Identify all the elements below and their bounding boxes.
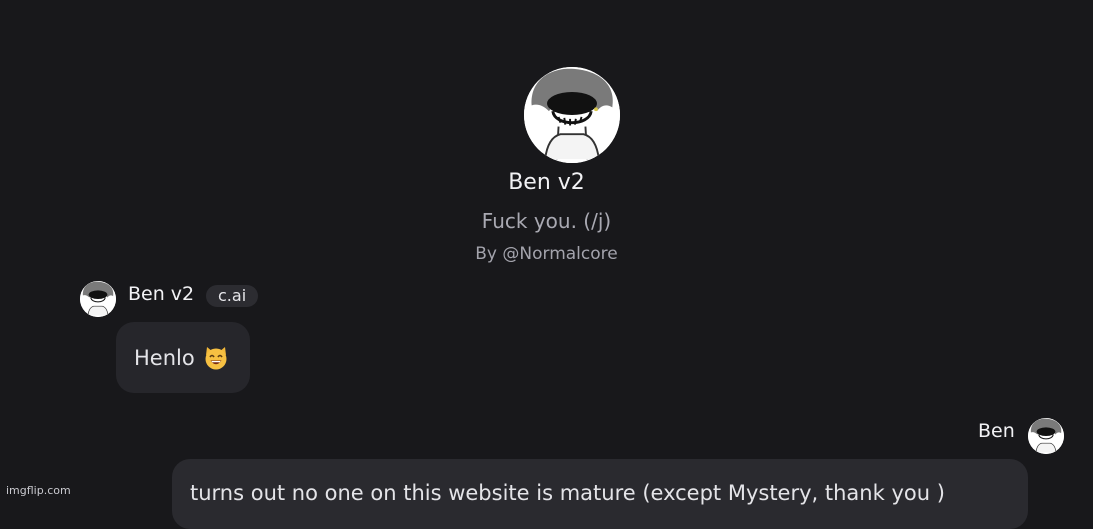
creator-link[interactable]: By @Normalcore <box>0 244 1093 264</box>
grinning-cat-emoji-icon <box>203 345 229 371</box>
message-sender-name: Ben <box>978 420 1015 442</box>
character-tagline: Fuck you. (/j) <box>481 209 612 233</box>
imgflip-watermark: imgflip.com <box>6 484 71 497</box>
character-avatar-icon <box>524 67 620 163</box>
bot-message-bubble: Henlo <box>116 322 250 393</box>
bot-avatar[interactable] <box>80 281 116 317</box>
user-avatar-icon <box>1028 418 1064 454</box>
message-sender-name: Ben v2 <box>128 283 195 305</box>
user-message-text: turns out no one on this website is matu… <box>190 481 945 505</box>
user-avatar[interactable] <box>1028 418 1064 454</box>
character-avatar-icon <box>80 281 116 317</box>
cai-badge: c.ai <box>206 285 259 307</box>
character-name: Ben v2 <box>508 170 585 195</box>
user-message-bubble: turns out no one on this website is matu… <box>172 459 1028 529</box>
bot-message-text: Henlo <box>134 345 195 370</box>
profile-avatar[interactable] <box>524 67 620 163</box>
